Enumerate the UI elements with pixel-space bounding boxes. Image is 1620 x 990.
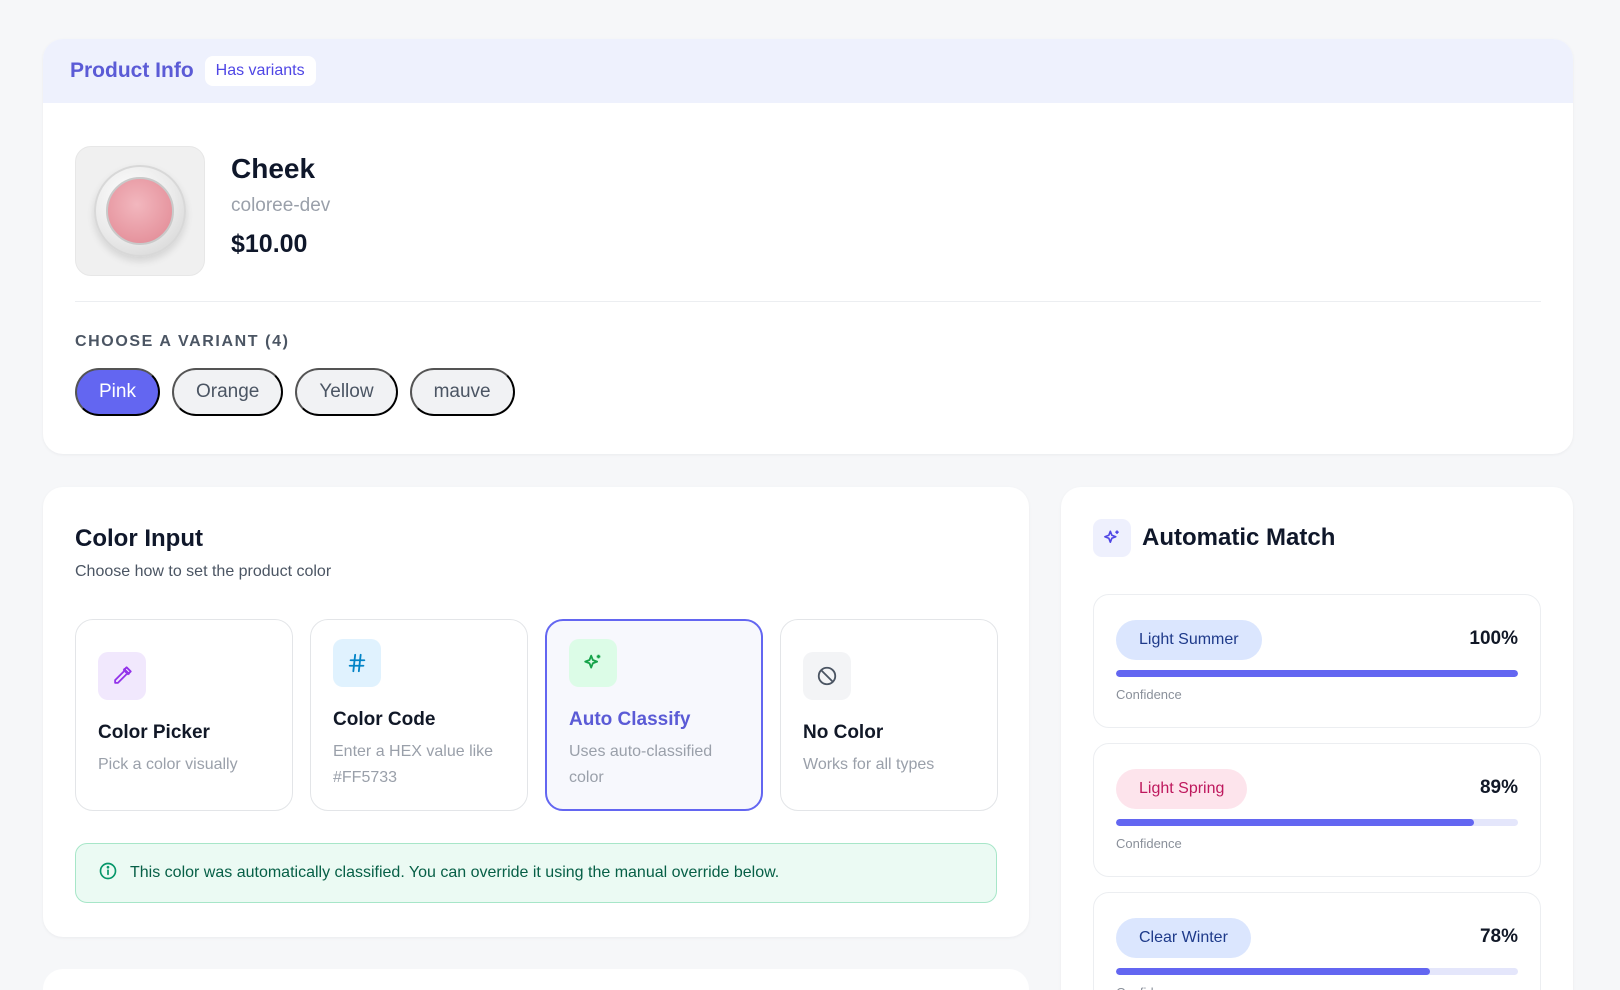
confidence-label: Confidence	[1116, 687, 1182, 702]
product-name: Cheek	[231, 153, 316, 184]
option-title: Color Code	[333, 709, 436, 730]
match-item-light-summer: Light Summer 100% Confidence	[1093, 594, 1541, 728]
match-item-light-spring: Light Spring 89% Confidence	[1093, 743, 1541, 877]
color-input-subtitle: Choose how to set the product color	[75, 563, 332, 580]
variant-chips: Pink Orange Yellow mauve	[75, 368, 515, 416]
option-color-picker[interactable]: Color Picker Pick a color visually	[75, 619, 293, 811]
variant-section-label: CHOOSE A VARIANT (4)	[75, 333, 290, 350]
season-pill: Clear Winter	[1116, 918, 1251, 958]
product-image	[75, 146, 205, 276]
season-pill: Light Spring	[1116, 769, 1248, 809]
confidence-bar	[1116, 670, 1518, 677]
option-color-code[interactable]: Color Code Enter a HEX value like #FF573…	[310, 619, 528, 811]
option-title: No Color	[803, 722, 884, 743]
variant-chip-mauve[interactable]: mauve	[409, 368, 515, 416]
blush-compact-pan	[106, 177, 174, 245]
confidence-bar-fill	[1116, 819, 1474, 826]
confidence-label: Confidence	[1116, 985, 1182, 990]
variant-chip-orange[interactable]: Orange	[171, 368, 284, 416]
automatic-match-title: Automatic Match	[1142, 524, 1336, 551]
color-input-card: Color Input Choose how to set the produc…	[43, 487, 1029, 937]
product-vendor: coloree-dev	[231, 195, 331, 216]
info-text: This color was automatically classified.…	[130, 864, 780, 881]
ban-icon	[803, 652, 851, 700]
match-percent: 78%	[1479, 926, 1518, 947]
option-auto-classify[interactable]: Auto Classify Uses auto-classified color	[545, 619, 763, 811]
variant-chip-yellow[interactable]: Yellow	[295, 368, 398, 416]
sparkle-icon	[569, 639, 617, 687]
automatic-match-card: Automatic Match Light Summer 100% Confid…	[1061, 487, 1573, 990]
product-info-header: Product Info Has variants	[43, 39, 1573, 103]
option-no-color[interactable]: No Color Works for all types	[780, 619, 998, 811]
confidence-bar-fill	[1116, 670, 1518, 677]
option-desc: Uses auto-classified color	[569, 743, 713, 786]
info-icon	[98, 861, 118, 886]
option-desc: Works for all types	[803, 756, 935, 773]
color-input-title: Color Input	[75, 525, 203, 552]
hash-icon	[333, 639, 381, 687]
color-input-options: Color Picker Pick a color visually Color…	[75, 619, 998, 811]
variant-chip-pink[interactable]: Pink	[75, 368, 160, 416]
divider	[75, 301, 1541, 302]
option-title: Color Picker	[98, 722, 210, 743]
match-percent: 100%	[1469, 628, 1518, 649]
auto-classified-info-banner: This color was automatically classified.…	[75, 843, 997, 903]
product-info-title: Product Info	[70, 59, 194, 82]
page: Product Info Has variants Cheek coloree-…	[0, 0, 1620, 990]
confidence-bar-fill	[1116, 968, 1430, 975]
confidence-bar	[1116, 968, 1518, 975]
has-variants-badge: Has variants	[204, 56, 316, 86]
match-percent: 89%	[1479, 777, 1518, 798]
option-desc: Pick a color visually	[98, 756, 238, 773]
product-price: $10.00	[231, 230, 308, 258]
season-pill: Light Summer	[1116, 620, 1262, 660]
confidence-bar	[1116, 819, 1518, 826]
match-item-clear-winter: Clear Winter 78% Confidence	[1093, 892, 1541, 990]
blush-compact-outer	[94, 165, 186, 257]
option-desc: Enter a HEX value like #FF5733	[333, 743, 494, 786]
automatic-match-header: Automatic Match	[1093, 519, 1335, 557]
option-title: Auto Classify	[569, 709, 691, 730]
next-card-partial	[43, 969, 1029, 990]
product-info-card: Product Info Has variants Cheek coloree-…	[43, 39, 1573, 454]
sparkle-icon	[1093, 519, 1131, 557]
confidence-label: Confidence	[1116, 836, 1182, 851]
eyedropper-icon	[98, 652, 146, 700]
